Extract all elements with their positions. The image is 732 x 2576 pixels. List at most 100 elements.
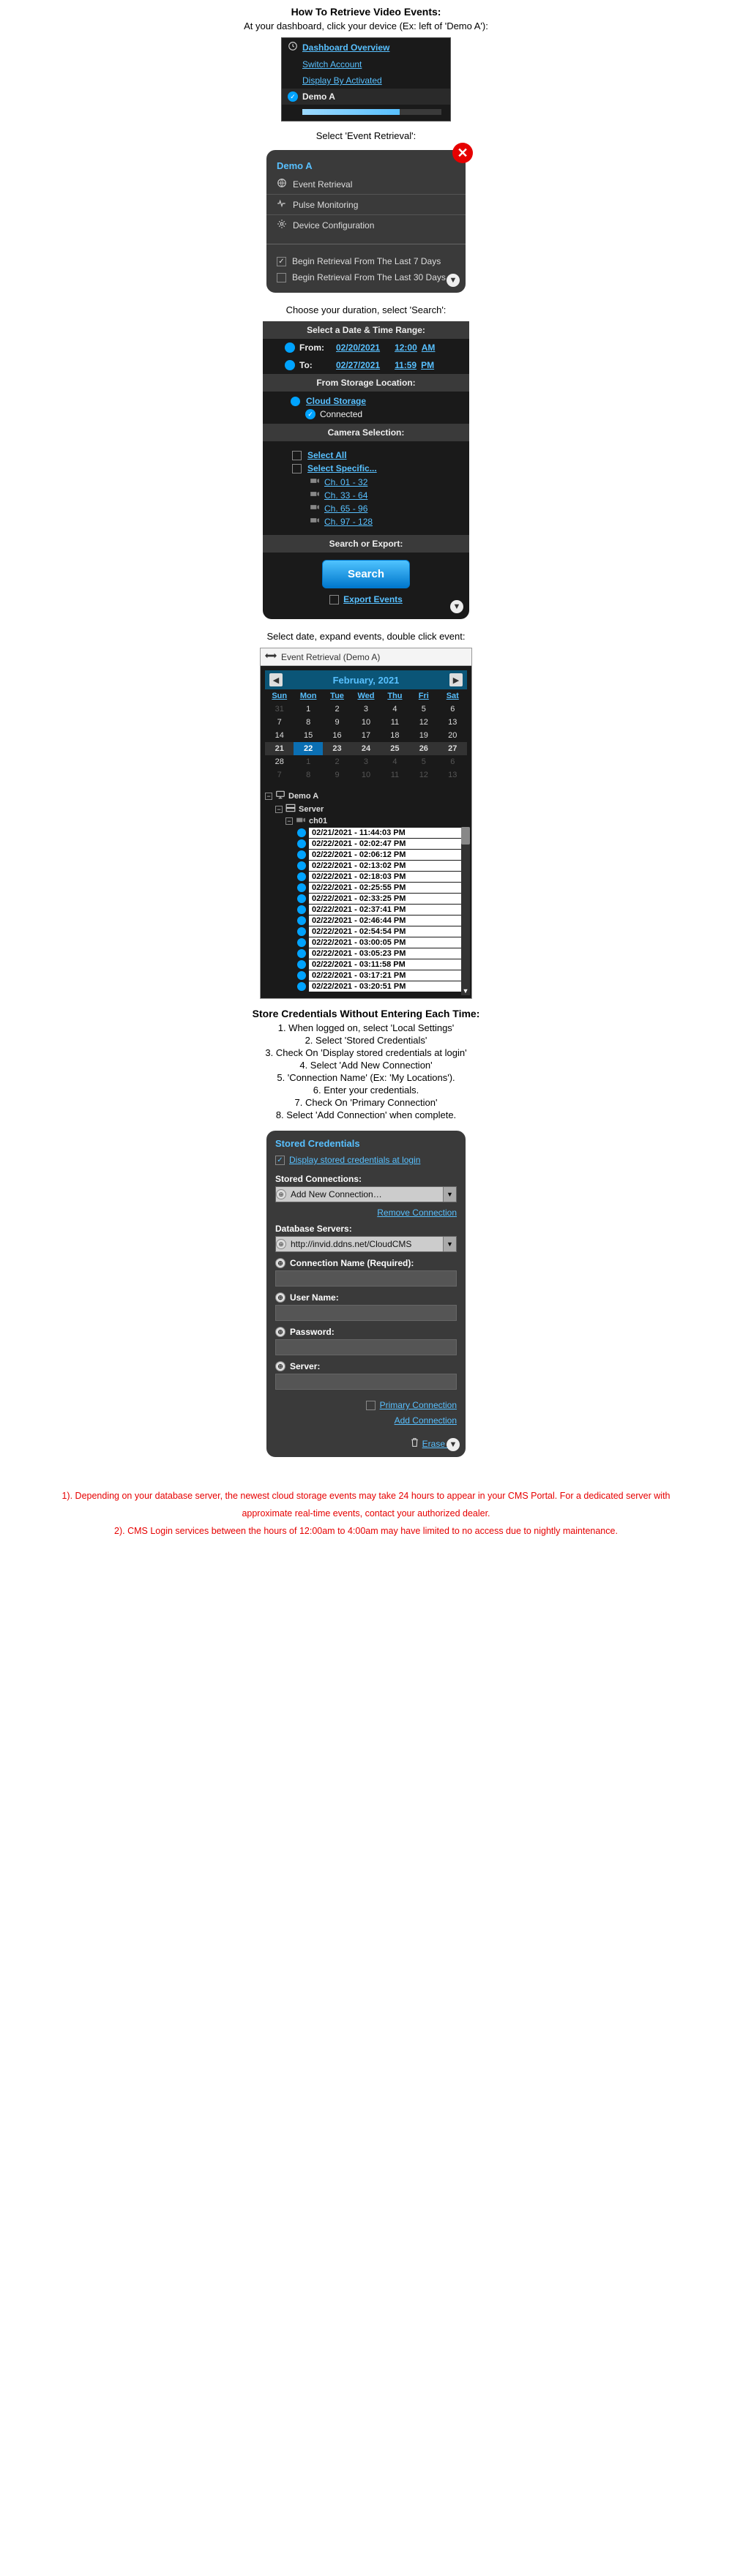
database-servers-dropdown[interactable]: ⊕ http://invid.ddns.net/CloudCMS ▼ [275,1236,457,1252]
calendar-day[interactable]: 8 [294,768,322,782]
event-row[interactable]: 02/22/2021 - 03:11:58 PM [297,959,467,970]
calendar-day[interactable]: 3 [351,703,380,716]
calendar-day[interactable]: 2 [323,755,351,768]
select-specific-row[interactable]: Select Specific... [292,463,440,473]
calendar-day[interactable]: 25 [381,742,409,755]
device-check-icon[interactable]: ✓ [288,91,298,102]
event-row[interactable]: 02/22/2021 - 02:18:03 PM [297,872,467,882]
from-time-link[interactable]: 12:00 [395,342,417,353]
display-by-activated-link[interactable]: Display By Activated [302,75,382,86]
event-row[interactable]: 02/22/2021 - 02:46:44 PM [297,916,467,926]
calendar-day[interactable]: 17 [351,729,380,742]
server-input[interactable] [275,1374,457,1390]
channel-row[interactable]: Ch. 33 - 64 [310,490,440,501]
channel-row[interactable]: Ch. 65 - 96 [310,503,440,514]
event-row[interactable]: 02/22/2021 - 02:37:41 PM [297,905,467,915]
calendar-day[interactable]: 3 [351,755,380,768]
event-row[interactable]: 02/22/2021 - 02:13:02 PM [297,861,467,871]
calendar-day[interactable]: 14 [265,729,294,742]
switch-account-link[interactable]: Switch Account [302,59,362,70]
to-date-link[interactable]: 02/27/2021 [336,360,380,370]
calendar-day[interactable]: 6 [438,755,467,768]
password-input[interactable] [275,1339,457,1355]
chevron-down-icon[interactable]: ▼ [443,1237,456,1251]
close-icon[interactable]: ✕ [452,143,473,163]
calendar-day[interactable]: 9 [323,768,351,782]
calendar-day[interactable]: 12 [409,768,438,782]
calendar-day[interactable]: 18 [381,729,409,742]
calendar-day[interactable]: 24 [351,742,380,755]
event-row[interactable]: 02/22/2021 - 03:20:51 PM [297,981,467,992]
calendar-day[interactable]: 22 [294,742,322,755]
calendar-day[interactable]: 10 [351,768,380,782]
username-input[interactable] [275,1305,457,1321]
scrollbar[interactable]: ▼ [461,827,470,995]
calendar-day[interactable]: 1 [294,703,322,716]
retrieval-30-days-option[interactable]: Begin Retrieval From The Last 30 Days [266,269,466,285]
menu-pulse-monitoring[interactable]: Pulse Monitoring [266,194,466,214]
menu-device-config[interactable]: Device Configuration [266,214,466,235]
tree-server[interactable]: − Server [265,803,467,815]
calendar-day[interactable]: 21 [265,742,294,755]
calendar-day[interactable]: 12 [409,716,438,729]
calendar-day[interactable]: 7 [265,716,294,729]
calendar-day[interactable]: 2 [323,703,351,716]
add-connection-link[interactable]: Add Connection [395,1415,457,1426]
calendar-day[interactable]: 15 [294,729,322,742]
cloud-storage-link[interactable]: Cloud Storage [306,396,366,406]
calendar-day[interactable]: 4 [381,703,409,716]
calendar-day[interactable]: 5 [409,703,438,716]
calendar-day[interactable]: 4 [381,755,409,768]
event-row[interactable]: 02/22/2021 - 03:17:21 PM [297,970,467,981]
channel-row[interactable]: Ch. 01 - 32 [310,476,440,487]
dashboard-overview-link[interactable]: Dashboard Overview [302,42,389,53]
export-events-row[interactable]: Export Events [263,594,469,604]
calendar-day[interactable]: 7 [265,768,294,782]
calendar-day[interactable]: 23 [323,742,351,755]
calendar-day[interactable]: 27 [438,742,467,755]
prev-month-button[interactable]: ◀ [269,673,283,686]
calendar-day[interactable]: 31 [265,703,294,716]
calendar-day[interactable]: 28 [265,755,294,768]
calendar-day[interactable]: 6 [438,703,467,716]
calendar-day[interactable]: 20 [438,729,467,742]
event-row[interactable]: 02/21/2021 - 11:44:03 PM [297,828,467,838]
channel-row[interactable]: Ch. 97 - 128 [310,516,440,527]
event-row[interactable]: 02/22/2021 - 03:05:23 PM [297,948,467,959]
calendar-day[interactable]: 11 [381,716,409,729]
retrieval-7-days-option[interactable]: ✓ Begin Retrieval From The Last 7 Days [266,253,466,269]
to-ampm-link[interactable]: PM [421,360,434,370]
event-row[interactable]: 02/22/2021 - 02:54:54 PM [297,926,467,937]
remove-connection-link[interactable]: Remove Connection [377,1208,457,1218]
primary-connection-link[interactable]: Primary Connection [380,1400,457,1410]
from-date-link[interactable]: 02/20/2021 [336,342,380,353]
tree-root[interactable]: − Demo A [265,789,467,803]
to-time-link[interactable]: 11:59 [395,360,417,370]
expand-icon[interactable]: ▼ [447,1438,460,1451]
scroll-down-icon[interactable]: ▼ [461,986,470,995]
from-ampm-link[interactable]: AM [422,342,436,353]
calendar-day[interactable]: 8 [294,716,322,729]
next-month-button[interactable]: ▶ [449,673,463,686]
connection-name-input[interactable] [275,1270,457,1287]
event-row[interactable]: 02/22/2021 - 02:02:47 PM [297,839,467,849]
back-forward-icon[interactable] [265,651,277,662]
calendar-day[interactable]: 11 [381,768,409,782]
calendar-day[interactable]: 16 [323,729,351,742]
primary-connection-checkbox[interactable] [366,1401,376,1410]
calendar-day[interactable]: 26 [409,742,438,755]
calendar-day[interactable]: 19 [409,729,438,742]
calendar-month[interactable]: February, 2021 [333,675,400,686]
calendar-day[interactable]: 13 [438,768,467,782]
calendar-day[interactable]: 5 [409,755,438,768]
scrollbar-thumb[interactable] [461,827,470,845]
tree-channel[interactable]: − ch01 [265,815,467,827]
search-button[interactable]: Search [322,560,410,588]
event-row[interactable]: 02/22/2021 - 02:25:55 PM [297,883,467,893]
calendar-day[interactable]: 10 [351,716,380,729]
display-credentials-checkbox[interactable]: ✓ Display stored credentials at login [275,1155,457,1165]
event-row[interactable]: 02/22/2021 - 02:06:12 PM [297,850,467,860]
calendar-day[interactable]: 9 [323,716,351,729]
calendar-day[interactable]: 1 [294,755,322,768]
stored-connections-dropdown[interactable]: ⊕ Add New Connection… ▼ [275,1186,457,1202]
